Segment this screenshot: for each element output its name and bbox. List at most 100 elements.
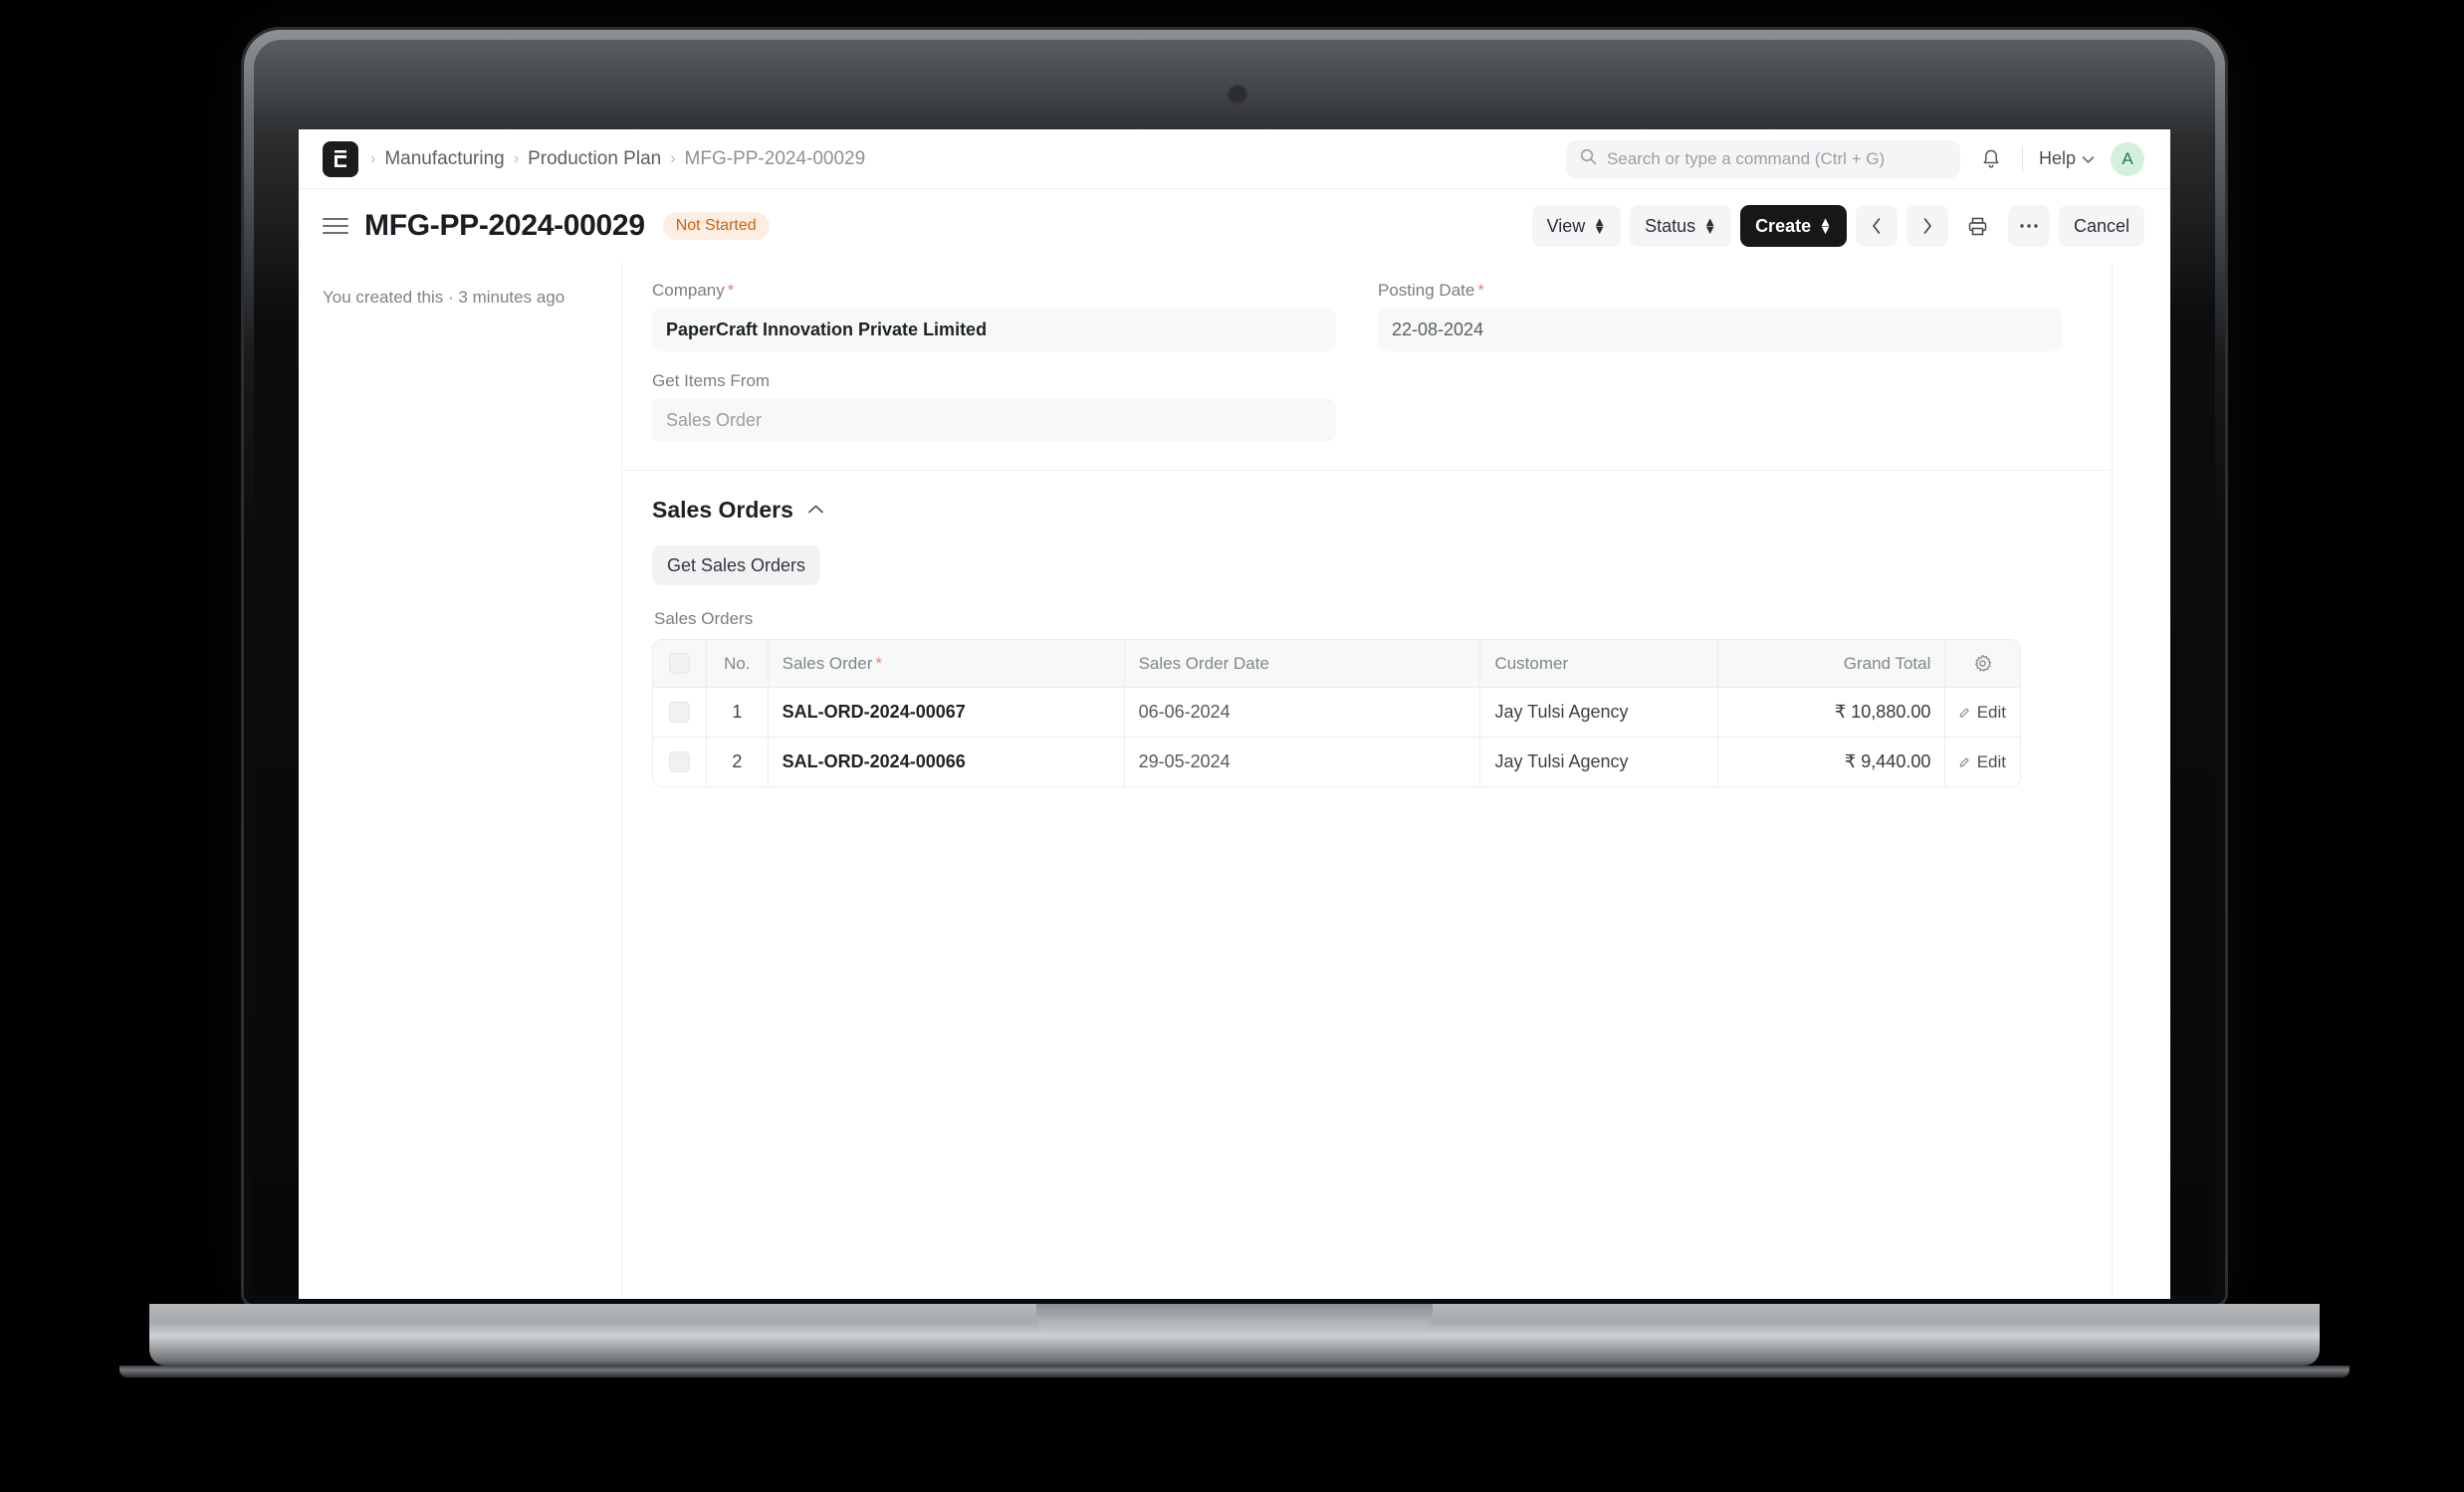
- row-customer[interactable]: Jay Tulsi Agency: [1479, 737, 1719, 786]
- page-titlebar: MFG-PP-2024-00029 Not Started View ▲ ▼ St…: [299, 189, 2170, 263]
- breadcrumb-separator: ›: [370, 149, 376, 167]
- select-all-checkbox[interactable]: [668, 653, 690, 674]
- search-placeholder: Search or type a command (Ctrl + G): [1606, 148, 1886, 168]
- posting-date-label: Posting Date *: [1378, 281, 1484, 300]
- form-column-right: Posting Date * 22-08-2024: [1378, 281, 2062, 442]
- sales-orders-grid-label: Sales Orders: [654, 609, 754, 628]
- row-sales-order[interactable]: SAL-ORD-2024-00067: [768, 687, 1125, 738]
- cancel-button[interactable]: Cancel: [2058, 205, 2144, 247]
- column-header-grand-total: Grand Total: [1717, 640, 1946, 688]
- edit-row-button[interactable]: Edit: [1959, 752, 2006, 772]
- page-title: MFG-PP-2024-00029: [364, 209, 645, 242]
- edit-label: Edit: [1976, 751, 2006, 771]
- search-input[interactable]: Search or type a command (Ctrl + G): [1565, 139, 1960, 178]
- select-all-header: [653, 640, 707, 688]
- screen: › Manufacturing › Production Plan › MFG-…: [299, 129, 2170, 1299]
- posting-date-input[interactable]: 22-08-2024: [1378, 308, 2062, 351]
- updown-icon: ▲ ▼: [1593, 213, 1607, 237]
- chevron-right-icon: [1923, 218, 1931, 234]
- avatar[interactable]: A: [2111, 141, 2144, 176]
- required-marker: *: [1477, 281, 1484, 300]
- row-edit-cell: Edit: [1944, 687, 2020, 738]
- sidebar: You created this · 3 minutes ago: [299, 263, 622, 1299]
- navbar-divider: [2021, 145, 2023, 172]
- column-header-no: No.: [706, 640, 769, 688]
- sales-orders-title: Sales Orders: [652, 497, 793, 523]
- form-container: Company * PaperCraft Innovation Private L…: [622, 263, 2113, 1299]
- laptop-base-notch: [1036, 1304, 1433, 1334]
- column-settings-header: [1944, 640, 2020, 688]
- row-customer[interactable]: Jay Tulsi Agency: [1479, 687, 1719, 738]
- row-number: 2: [706, 737, 769, 786]
- column-header-sales-order: Sales Order *: [768, 640, 1125, 688]
- previous-document-button[interactable]: [1855, 205, 1898, 247]
- row-grand-total[interactable]: ₹ 10,880.00: [1717, 687, 1946, 738]
- details-section: Company * PaperCraft Innovation Private L…: [622, 263, 2112, 471]
- more-actions-button[interactable]: [2007, 205, 2050, 247]
- status-button-label: Status: [1645, 215, 1696, 236]
- chevron-down-icon: [2082, 148, 2095, 169]
- help-menu[interactable]: Help: [2037, 144, 2097, 173]
- get-sales-orders-button[interactable]: Get Sales Orders: [652, 545, 821, 585]
- help-label: Help: [2038, 148, 2076, 168]
- column-header-customer: Customer: [1479, 640, 1719, 688]
- table-row[interactable]: 1 SAL-ORD-2024-00067 06-06-2024 Jay Tuls…: [653, 687, 2020, 738]
- company-field: Company * PaperCraft Innovation Private L…: [652, 281, 1336, 351]
- company-input[interactable]: PaperCraft Innovation Private Limited: [652, 308, 1336, 351]
- row-sales-order[interactable]: SAL-ORD-2024-00066: [768, 737, 1125, 786]
- pencil-icon: [1960, 757, 1969, 766]
- gear-icon[interactable]: [1959, 654, 2006, 673]
- row-grand-total[interactable]: ₹ 9,440.00: [1717, 737, 1946, 786]
- view-button[interactable]: View ▲ ▼: [1531, 205, 1622, 247]
- row-checkbox[interactable]: [668, 702, 690, 723]
- view-button-label: View: [1546, 215, 1586, 236]
- search-icon: [1580, 148, 1597, 170]
- next-document-button[interactable]: [1905, 205, 1948, 247]
- sales-orders-table: No. Sales Order * Sales Order Date Custom…: [652, 639, 2021, 787]
- row-sales-order-date[interactable]: 29-05-2024: [1124, 737, 1481, 786]
- edit-label: Edit: [1976, 702, 2006, 722]
- required-marker: *: [727, 281, 735, 300]
- company-label: Company *: [652, 281, 735, 300]
- required-marker: *: [875, 653, 882, 673]
- row-number: 1: [706, 687, 769, 738]
- row-select-cell: [653, 687, 707, 738]
- get-items-from-field: Get Items From Sales Order: [652, 371, 1336, 442]
- page-actions: View ▲ ▼ Status ▲ ▼ Create ▲ ▼ Cancel: [1531, 205, 2144, 247]
- hamburger-icon[interactable]: [323, 218, 348, 234]
- get-items-from-input[interactable]: Sales Order: [652, 398, 1336, 442]
- laptop-base: [149, 1304, 2320, 1366]
- posting-date-field: Posting Date * 22-08-2024: [1378, 281, 2062, 351]
- get-items-from-label: Get Items From: [652, 371, 771, 390]
- table-row[interactable]: 2 SAL-ORD-2024-00066 29-05-2024 Jay Tuls…: [653, 737, 2020, 786]
- created-note: You created this · 3 minutes ago: [323, 288, 565, 307]
- row-select-cell: [653, 737, 707, 786]
- column-header-sales-order-date: Sales Order Date: [1124, 640, 1481, 688]
- row-sales-order-date[interactable]: 06-06-2024: [1124, 687, 1481, 738]
- breadcrumb-item-manufacturing[interactable]: Manufacturing: [384, 148, 504, 170]
- laptop-mockup: › Manufacturing › Production Plan › MFG-…: [0, 0, 2464, 1492]
- print-button[interactable]: [1957, 205, 1999, 247]
- edit-row-button[interactable]: Edit: [1959, 703, 2006, 723]
- chevron-up-icon[interactable]: [807, 502, 824, 520]
- sales-orders-section: Sales Orders Get Sales Orders Sales Orde…: [622, 471, 2112, 817]
- breadcrumb-separator: ›: [513, 149, 520, 167]
- erpnext-logo-icon[interactable]: [323, 140, 358, 177]
- breadcrumb-separator: ›: [670, 149, 676, 167]
- row-checkbox[interactable]: [668, 751, 690, 772]
- create-button[interactable]: Create ▲ ▼: [1740, 205, 1847, 247]
- form-column-left: Company * PaperCraft Innovation Private L…: [652, 281, 1336, 442]
- sales-orders-header[interactable]: Sales Orders: [652, 497, 2062, 524]
- ellipsis-icon: [2020, 224, 2038, 228]
- table-header-row: No. Sales Order * Sales Order Date Custom…: [653, 640, 2020, 688]
- navbar: › Manufacturing › Production Plan › MFG-…: [299, 129, 2170, 189]
- printer-icon: [1969, 217, 1987, 235]
- webcam-icon: [1228, 85, 1247, 105]
- laptop-foot: [119, 1366, 2350, 1378]
- navbar-right-group: Search or type a command (Ctrl + G) Help: [1565, 139, 2144, 178]
- breadcrumb-item-production-plan[interactable]: Production Plan: [528, 148, 661, 170]
- table-body: 1 SAL-ORD-2024-00067 06-06-2024 Jay Tuls…: [653, 687, 2020, 786]
- status-badge: Not Started: [662, 212, 770, 240]
- status-button[interactable]: Status ▲ ▼: [1630, 205, 1732, 247]
- bell-icon[interactable]: [1974, 142, 2008, 176]
